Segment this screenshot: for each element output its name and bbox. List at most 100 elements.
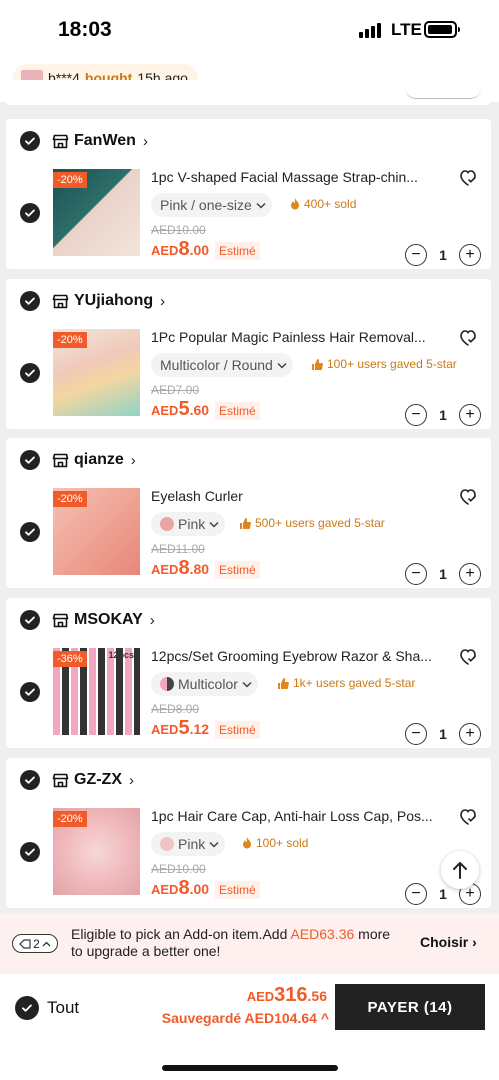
- cart-item-card: GZ-ZX › -20% 1pc Hair Care Cap, Anti-hair…: [6, 758, 491, 908]
- chevron-up-icon: ^: [320, 1010, 329, 1026]
- product-image[interactable]: -20%: [53, 169, 140, 256]
- select-all-check-icon[interactable]: [15, 996, 39, 1020]
- item-select-check-icon[interactable]: [20, 203, 40, 223]
- image-caption: 12pcs: [108, 650, 134, 660]
- saved-amount[interactable]: Sauvegardé AED104.64 ^: [162, 1010, 329, 1026]
- quantity-value[interactable]: 1: [439, 407, 447, 423]
- social-proof-badge: 100+ users gaved 5-star: [312, 357, 457, 371]
- store-select-check-icon[interactable]: [20, 610, 40, 630]
- store-icon: [52, 134, 69, 148]
- quantity-value[interactable]: 1: [439, 247, 447, 263]
- addon-amount: AED63.36: [290, 926, 355, 942]
- discount-badge: -36%: [53, 651, 87, 667]
- item-select-check-icon[interactable]: [20, 522, 40, 542]
- store-name: FanWen: [74, 132, 136, 149]
- chevron-right-icon: ›: [160, 292, 166, 310]
- chevron-down-icon: [209, 841, 219, 848]
- decrease-button[interactable]: −: [405, 883, 427, 905]
- increase-button[interactable]: +: [458, 404, 481, 426]
- cart-item-card: FanWen › -20% 1pc V-shaped Facial Massage…: [6, 119, 491, 269]
- chevron-right-icon: ›: [149, 611, 155, 629]
- choose-button[interactable]: Choisir ›: [420, 934, 477, 950]
- estimate-tag: Estimé: [215, 721, 260, 739]
- coupon-count: 2: [33, 936, 40, 951]
- product-image[interactable]: -20%: [53, 488, 140, 575]
- social-proof-badge: 100+ sold: [242, 836, 308, 850]
- variant-label: Pink: [178, 836, 206, 852]
- product-image[interactable]: -20%: [53, 808, 140, 895]
- discount-badge: -20%: [53, 172, 87, 188]
- item-select-check-icon[interactable]: [20, 682, 40, 702]
- store-link[interactable]: MSOKAY ›: [52, 609, 155, 631]
- wishlist-heart-icon[interactable]: [458, 328, 478, 348]
- quantity-stepper[interactable]: − 1 +: [405, 243, 481, 267]
- select-all-toggle[interactable]: Tout: [15, 996, 79, 1020]
- pay-button[interactable]: PAYER (14): [335, 984, 485, 1030]
- product-title[interactable]: 12pcs/Set Grooming Eyebrow Razor & Sha..…: [151, 648, 439, 664]
- variant-selector[interactable]: Pink: [151, 832, 226, 856]
- variant-selector[interactable]: Pink / one-size: [151, 193, 272, 217]
- addon-banner[interactable]: 2 Eligible to pick an Add-on item.Add AE…: [0, 913, 499, 974]
- product-title[interactable]: 1pc Hair Care Cap, Anti-hair Loss Cap, P…: [151, 808, 439, 824]
- quantity-stepper[interactable]: − 1 +: [405, 403, 481, 427]
- increase-button[interactable]: +: [458, 723, 481, 745]
- increase-button[interactable]: +: [458, 563, 481, 585]
- decrease-button[interactable]: −: [405, 404, 427, 426]
- store-select-check-icon[interactable]: [20, 770, 40, 790]
- store-icon: [52, 453, 69, 467]
- original-price: AED11.00: [151, 542, 205, 556]
- social-proof-badge: 500+ users gaved 5-star: [240, 516, 385, 530]
- product-title[interactable]: 1Pc Popular Magic Painless Hair Removal.…: [151, 329, 439, 345]
- quantity-stepper[interactable]: − 1 +: [405, 562, 481, 586]
- estimate-tag: Estimé: [215, 402, 260, 420]
- thumbs-up-icon: [312, 358, 323, 370]
- select-all-label: Tout: [47, 998, 80, 1017]
- variant-label: Pink / one-size: [160, 197, 252, 213]
- wishlist-heart-icon[interactable]: [458, 487, 478, 507]
- quantity-stepper-partial: [405, 83, 481, 103]
- quantity-value[interactable]: 1: [439, 726, 447, 742]
- wishlist-heart-icon[interactable]: [458, 807, 478, 827]
- store-select-check-icon[interactable]: [20, 450, 40, 470]
- cart-item-card-previous: [6, 80, 491, 105]
- wishlist-heart-icon[interactable]: [458, 168, 478, 188]
- quantity-value[interactable]: 1: [439, 886, 447, 902]
- estimate-tag: Estimé: [215, 561, 260, 579]
- product-title[interactable]: Eyelash Curler: [151, 488, 439, 504]
- store-select-check-icon[interactable]: [20, 131, 40, 151]
- variant-selector[interactable]: Multicolor / Round: [151, 353, 293, 377]
- scroll-to-top-button[interactable]: [441, 851, 479, 889]
- status-bar: 18:03 LTE: [0, 0, 499, 60]
- store-link[interactable]: qianze ›: [52, 449, 136, 471]
- quantity-value[interactable]: 1: [439, 566, 447, 582]
- product-title[interactable]: 1pc V-shaped Facial Massage Strap-chin..…: [151, 169, 439, 185]
- variant-selector[interactable]: Multicolor: [151, 672, 258, 696]
- wishlist-heart-icon[interactable]: [458, 647, 478, 667]
- item-select-check-icon[interactable]: [20, 842, 40, 862]
- product-image[interactable]: -20%: [53, 329, 140, 416]
- increase-button[interactable]: +: [458, 244, 481, 266]
- store-link[interactable]: YUjiahong ›: [52, 290, 165, 312]
- addon-text: Eligible to pick an Add-on item.Add AED6…: [71, 926, 391, 959]
- arrow-up-icon: [453, 862, 467, 879]
- variant-label: Pink: [178, 516, 206, 532]
- color-swatch: [160, 677, 174, 691]
- store-select-check-icon[interactable]: [20, 291, 40, 311]
- color-swatch: [160, 837, 174, 851]
- product-image[interactable]: -36% 12pcs: [53, 648, 140, 735]
- decrease-button[interactable]: −: [405, 723, 427, 745]
- coupon-pill[interactable]: 2: [12, 934, 58, 953]
- store-link[interactable]: GZ-ZX ›: [52, 769, 134, 791]
- original-price: AED8.00: [151, 702, 200, 716]
- decrease-button[interactable]: −: [405, 244, 427, 266]
- coupon-tag-icon: [19, 938, 31, 949]
- chevron-right-icon: ›: [130, 451, 136, 469]
- store-link[interactable]: FanWen ›: [52, 130, 148, 152]
- item-select-check-icon[interactable]: [20, 363, 40, 383]
- estimate-tag: Estimé: [215, 242, 260, 260]
- quantity-stepper[interactable]: − 1 +: [405, 722, 481, 746]
- home-indicator: [162, 1065, 338, 1071]
- store-name: qianze: [74, 451, 124, 468]
- variant-selector[interactable]: Pink: [151, 512, 226, 536]
- decrease-button[interactable]: −: [405, 563, 427, 585]
